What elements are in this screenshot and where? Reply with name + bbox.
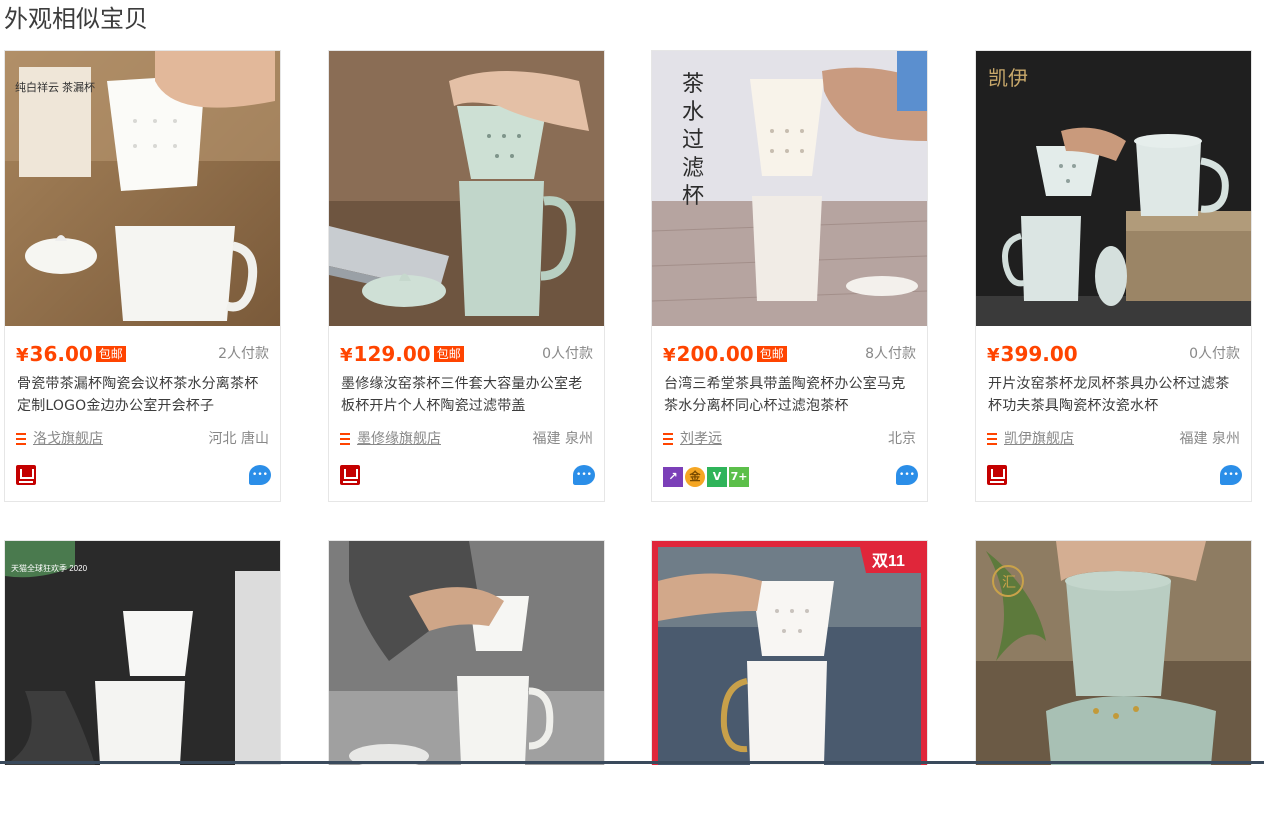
product-card[interactable]: 天猫全球狂欢季 2020 — [4, 540, 281, 765]
buyer-count: 2人付款 — [218, 346, 269, 362]
price: ¥399.00 — [987, 341, 1078, 369]
wangwang-chat-icon[interactable]: ••• — [573, 465, 595, 485]
product-image[interactable]: 凯伊 — [976, 51, 1251, 326]
price: ¥36.00 包邮 — [16, 341, 126, 369]
product-card[interactable]: ¥129.00 包邮 0人付款 墨修缘汝窑茶杯三件套大容量办公室老板杯开片个人杯陶… — [328, 50, 605, 502]
svg-text:水: 水 — [682, 99, 704, 124]
price-value: 129.00 — [353, 342, 431, 366]
price: ¥200.00 包邮 — [663, 341, 787, 369]
currency-symbol: ¥ — [340, 345, 353, 366]
product-title[interactable]: 墨修缘汝窑茶杯三件套大容量办公室老板杯开片个人杯陶瓷过滤带盖 — [341, 373, 594, 417]
product-card[interactable]: 纯白祥云 茶漏杯 ¥36.00 包邮 2人付款 骨瓷带茶漏杯陶瓷会议杯茶水分离茶杯… — [4, 50, 281, 502]
buyer-count: 0人付款 — [1189, 346, 1240, 362]
product-card[interactable]: 双11 — [651, 540, 928, 765]
shop-link[interactable]: 刘孝远 — [680, 429, 722, 449]
image-overlay-text: 凯伊 — [988, 67, 1028, 90]
product-image[interactable] — [329, 541, 604, 816]
svg-text:滤: 滤 — [682, 155, 704, 180]
tmall-icon[interactable] — [16, 465, 36, 485]
shop-link[interactable]: 凯伊旗舰店 — [1004, 429, 1074, 449]
product-image[interactable] — [329, 51, 604, 326]
free-shipping-badge: 包邮 — [95, 346, 126, 362]
wangwang-chat-icon[interactable]: ••• — [896, 465, 918, 485]
currency-symbol: ¥ — [663, 345, 676, 366]
image-overlay-text: 纯白祥云 茶漏杯 — [15, 80, 95, 94]
seven-day-return-icon[interactable]: 7+ — [729, 467, 749, 487]
product-title[interactable]: 台湾三希堂茶具带盖陶瓷杯办公室马克茶水分离杯同心杯过滤泡茶杯 — [664, 373, 917, 417]
shop-link[interactable]: 洛戈旗舰店 — [33, 429, 103, 449]
buyer-count: 0人付款 — [542, 346, 593, 362]
price: ¥129.00 包邮 — [340, 341, 464, 369]
tmall-icon[interactable] — [987, 465, 1007, 485]
product-image[interactable]: 纯白祥云 茶漏杯 — [5, 51, 280, 326]
currency-symbol: ¥ — [16, 345, 29, 366]
seller-level-icon[interactable]: ↗ — [663, 467, 683, 487]
section-title: 外观相似宝贝 — [4, 5, 148, 33]
shop-location: 北京 — [888, 431, 916, 447]
product-image[interactable]: 汇 — [976, 541, 1251, 816]
currency-symbol: ¥ — [987, 345, 1000, 366]
free-shipping-badge: 包邮 — [756, 346, 787, 362]
price-value: 200.00 — [676, 342, 754, 366]
product-card[interactable]: 凯伊 ¥399.00 0人付款 开片汝窑茶杯龙凤杯茶具办公杯过滤茶杯功夫茶具陶瓷… — [975, 50, 1252, 502]
price-value: 399.00 — [1000, 342, 1078, 366]
shop-list-icon — [663, 433, 673, 445]
wangwang-chat-icon[interactable]: ••• — [249, 465, 271, 485]
tmall-icon[interactable] — [340, 465, 360, 485]
shop-location: 河北 唐山 — [208, 431, 269, 447]
price-value: 36.00 — [29, 342, 93, 366]
free-shipping-badge: 包邮 — [433, 346, 464, 362]
product-image[interactable]: 双11 — [652, 541, 927, 816]
wangwang-chat-icon[interactable]: ••• — [1220, 465, 1242, 485]
product-card[interactable] — [328, 540, 605, 768]
image-overlay-text: 茶 — [682, 71, 704, 96]
shop-list-icon — [987, 433, 997, 445]
svg-text:杯: 杯 — [682, 183, 704, 208]
verified-icon[interactable]: V — [707, 467, 727, 487]
shop-link[interactable]: 墨修缘旗舰店 — [357, 429, 441, 449]
image-overlay-text: 双11 — [872, 553, 905, 570]
image-overlay-text: 天猫全球狂欢季 2020 — [11, 563, 88, 573]
shop-location: 福建 泉州 — [532, 431, 593, 447]
shop-list-icon — [340, 433, 350, 445]
image-overlay-text: 汇 — [1002, 575, 1016, 591]
shop-list-icon — [16, 433, 26, 445]
product-image[interactable]: 茶 水 过 滤 杯 — [652, 51, 927, 326]
product-title[interactable]: 开片汝窑茶杯龙凤杯茶具办公杯过滤茶杯功夫茶具陶瓷杯汝瓷水杯 — [988, 373, 1241, 417]
gold-seller-icon[interactable]: 金 — [685, 467, 705, 487]
svg-text:过: 过 — [682, 127, 704, 152]
buyer-count: 8人付款 — [865, 346, 916, 362]
product-image[interactable]: 天猫全球狂欢季 2020 — [5, 541, 280, 816]
shop-location: 福建 泉州 — [1179, 431, 1240, 447]
product-title[interactable]: 骨瓷带茶漏杯陶瓷会议杯茶水分离茶杯定制LOGO金边办公室开会杯子 — [17, 373, 270, 417]
product-card[interactable]: 汇 — [975, 540, 1252, 765]
product-card[interactable]: 茶 水 过 滤 杯 ¥200.00 包邮 8人付款 台湾三希堂茶具带盖陶瓷杯办公室… — [651, 50, 928, 502]
